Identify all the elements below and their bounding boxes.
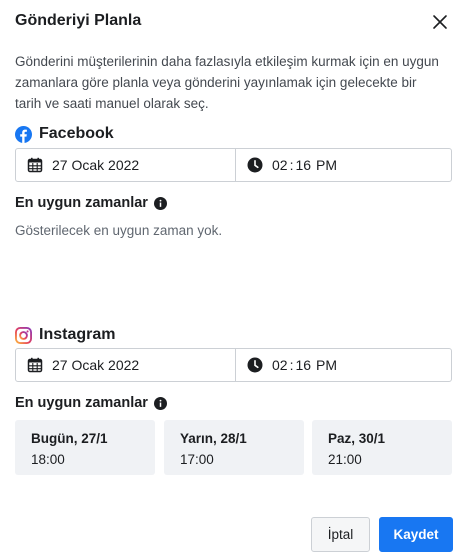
instagram-time-hour[interactable]: 02 [272, 357, 288, 373]
cancel-button[interactable]: İptal [311, 517, 370, 552]
close-button[interactable] [430, 12, 450, 32]
dialog-description: Gönderini müşterilerinin daha fazlasıyla… [15, 54, 439, 111]
instagram-label: Instagram [39, 326, 116, 343]
facebook-date-field[interactable]: 27 Ocak 2022 [16, 149, 236, 181]
time-separator: : [289, 357, 294, 373]
slot-hour: 21:00 [328, 452, 362, 467]
slot-hour: 17:00 [180, 452, 214, 467]
best-time-slot-card[interactable]: Bugün, 27/1 18:00 [15, 420, 155, 475]
clock-icon [247, 157, 263, 173]
calendar-icon [27, 157, 43, 173]
best-time-slot-card[interactable]: Yarın, 28/1 17:00 [164, 420, 304, 475]
slot-day: Yarın, 28/1 [180, 431, 247, 446]
best-times-label: En uygun zamanlar [15, 395, 148, 411]
best-times-label: En uygun zamanlar [15, 195, 148, 211]
slot-hour: 18:00 [31, 452, 65, 467]
facebook-time-ampm[interactable]: PM [316, 157, 337, 173]
save-button[interactable]: Kaydet [379, 517, 453, 552]
slot-day: Bugün, 27/1 [31, 431, 108, 446]
clock-icon [247, 357, 263, 373]
facebook-label: Facebook [39, 125, 114, 142]
facebook-time-field[interactable]: 02 : 16 PM [236, 149, 451, 181]
instagram-date-field[interactable]: 27 Ocak 2022 [16, 349, 236, 381]
facebook-time-minute[interactable]: 16 [295, 157, 311, 173]
instagram-time-ampm[interactable]: PM [316, 357, 337, 373]
instagram-best-times-heading: En uygun zamanlar [15, 395, 167, 411]
schedule-post-dialog: Gönderiyi Planla Gönderini müşterilerini… [0, 0, 464, 552]
instagram-time-field[interactable]: 02 : 16 PM [236, 349, 451, 381]
slot-day: Paz, 30/1 [328, 431, 386, 446]
close-icon [433, 15, 447, 29]
instagram-time-minute[interactable]: 16 [295, 357, 311, 373]
instagram-datetime-picker: 27 Ocak 2022 02 : 16 PM [15, 348, 452, 382]
best-time-slot-card[interactable]: Paz, 30/1 21:00 [312, 420, 452, 475]
facebook-icon [15, 125, 32, 143]
instagram-icon [15, 326, 32, 344]
facebook-section-header: Facebook [15, 125, 114, 143]
dialog-title: Gönderiyi Planla [15, 12, 142, 29]
facebook-time-hour[interactable]: 02 [272, 157, 288, 173]
instagram-section-header: Instagram [15, 326, 115, 344]
facebook-date-value: 27 Ocak 2022 [52, 157, 140, 173]
facebook-empty-best-times: Gösterilecek en uygun zaman yok. [15, 223, 223, 238]
facebook-best-times-heading: En uygun zamanlar [15, 195, 167, 211]
facebook-datetime-picker: 27 Ocak 2022 02 : 16 PM [15, 148, 452, 182]
time-separator: : [289, 157, 294, 173]
info-icon[interactable] [153, 396, 167, 410]
info-icon[interactable] [153, 196, 167, 210]
calendar-icon [27, 357, 43, 373]
instagram-date-value: 27 Ocak 2022 [52, 357, 140, 373]
